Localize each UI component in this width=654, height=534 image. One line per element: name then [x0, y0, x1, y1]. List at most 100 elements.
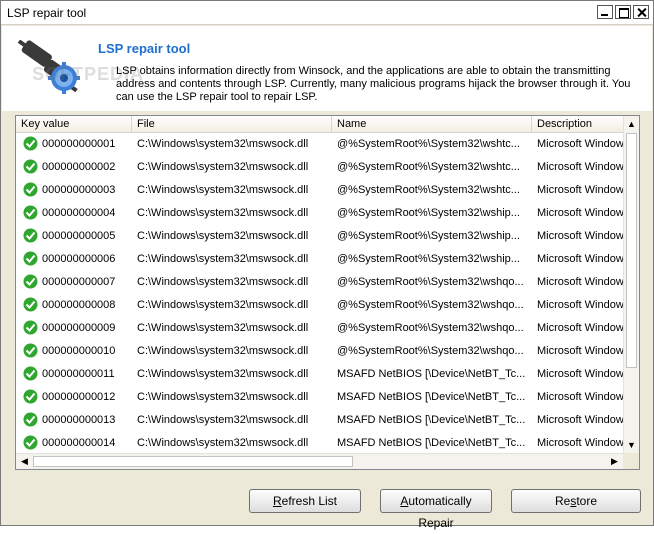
- table-row[interactable]: 000000000013 C:\Windows\system32\mswsock.…: [16, 409, 623, 432]
- file-cell: C:\Windows\system32\mswsock.dll: [137, 253, 309, 265]
- maximize-button[interactable]: [615, 5, 631, 19]
- description-cell: Microsoft Window: [537, 276, 623, 288]
- description-cell: Microsoft Window: [537, 345, 623, 357]
- vertical-scrollbar[interactable]: ▲ ▼: [623, 116, 639, 454]
- vertical-scroll-thumb[interactable]: [626, 133, 637, 368]
- header-panel: SOFTPEDIA LSP repair tool LSP obtains in…: [2, 26, 652, 111]
- auto-label-post: utomatically Repair: [408, 494, 472, 530]
- table-row[interactable]: 000000000007 C:\Windows\system32\mswsock.…: [16, 271, 623, 294]
- scroll-right-arrow-icon[interactable]: ▶: [609, 456, 620, 467]
- name-cell: MSAFD NetBIOS [\Device\NetBT_Tc...: [337, 368, 526, 380]
- title-bar[interactable]: LSP repair tool: [1, 1, 653, 25]
- name-cell: @%SystemRoot%\System32\wship...: [337, 230, 520, 242]
- name-cell: @%SystemRoot%\System32\wshtc...: [337, 161, 520, 173]
- scroll-down-arrow-icon[interactable]: ▼: [626, 440, 637, 451]
- file-cell: C:\Windows\system32\mswsock.dll: [137, 161, 309, 173]
- file-cell: C:\Windows\system32\mswsock.dll: [137, 276, 309, 288]
- key-value-cell: 000000000011: [42, 368, 115, 380]
- column-header-name[interactable]: Name: [332, 116, 532, 133]
- check-ok-icon: [23, 320, 38, 335]
- description-cell: Microsoft Window: [537, 437, 623, 449]
- lsp-list[interactable]: Key value File Name Description 00000000…: [15, 115, 640, 470]
- check-ok-icon: [23, 182, 38, 197]
- automatically-repair-button[interactable]: Automatically Repair: [380, 489, 492, 530]
- file-cell: C:\Windows\system32\mswsock.dll: [137, 391, 309, 403]
- name-cell: @%SystemRoot%\System32\wshtc...: [337, 138, 520, 150]
- key-value-cell: 000000000005: [42, 230, 116, 242]
- description-cell: Microsoft Window: [537, 368, 623, 380]
- header-title: LSP repair tool: [98, 41, 191, 56]
- key-value-cell: 000000000006: [42, 253, 116, 265]
- check-ok-icon: [23, 274, 38, 289]
- description-cell: Microsoft Window: [537, 230, 623, 242]
- name-cell: @%SystemRoot%\System32\wshtc...: [337, 184, 520, 196]
- file-cell: C:\Windows\system32\mswsock.dll: [137, 322, 309, 334]
- file-cell: C:\Windows\system32\mswsock.dll: [137, 230, 309, 242]
- check-ok-icon: [23, 412, 38, 427]
- name-cell: @%SystemRoot%\System32\wshqo...: [337, 322, 524, 334]
- name-cell: MSAFD NetBIOS [\Device\NetBT_Tc...: [337, 414, 526, 426]
- name-cell: MSAFD NetBIOS [\Device\NetBT_Tc...: [337, 437, 526, 449]
- name-cell: @%SystemRoot%\System32\wshqo...: [337, 299, 524, 311]
- app-window: LSP repair tool SOFTPEDIA LSP repair too…: [0, 0, 654, 530]
- check-ok-icon: [23, 251, 38, 266]
- check-ok-icon: [23, 366, 38, 381]
- key-value-cell: 000000000003: [42, 184, 116, 196]
- list-header: Key value File Name Description: [16, 116, 639, 133]
- scrollbar-corner: [623, 453, 639, 469]
- table-row[interactable]: 000000000005 C:\Windows\system32\mswsock.…: [16, 225, 623, 248]
- key-value-cell: 000000000004: [42, 207, 116, 219]
- description-cell: Microsoft Window: [537, 322, 623, 334]
- table-row[interactable]: 000000000010 C:\Windows\system32\mswsock.…: [16, 340, 623, 363]
- header-description: LSP obtains information directly from Wi…: [116, 65, 631, 103]
- key-value-cell: 000000000013: [42, 414, 116, 426]
- key-value-cell: 000000000009: [42, 322, 116, 334]
- check-ok-icon: [23, 297, 38, 312]
- name-cell: MSAFD NetBIOS [\Device\NetBT_Tc...: [337, 391, 526, 403]
- file-cell: C:\Windows\system32\mswsock.dll: [137, 138, 309, 150]
- window-title: LSP repair tool: [7, 6, 87, 20]
- check-ok-icon: [23, 343, 38, 358]
- key-value-cell: 000000000014: [42, 437, 116, 449]
- table-row[interactable]: 000000000002 C:\Windows\system32\mswsock.…: [16, 156, 623, 179]
- file-cell: C:\Windows\system32\mswsock.dll: [137, 345, 309, 357]
- scroll-up-arrow-icon[interactable]: ▲: [626, 119, 637, 130]
- description-cell: Microsoft Window: [537, 184, 623, 196]
- column-header-file[interactable]: File: [132, 116, 332, 133]
- minimize-button[interactable]: [597, 5, 613, 19]
- restore-button[interactable]: Restore: [511, 489, 641, 513]
- name-cell: @%SystemRoot%\System32\wship...: [337, 207, 520, 219]
- horizontal-scrollbar[interactable]: ◀ ▶: [16, 453, 639, 469]
- table-row[interactable]: 000000000003 C:\Windows\system32\mswsock.…: [16, 179, 623, 202]
- refresh-label-key: R: [272, 494, 282, 508]
- key-value-cell: 000000000012: [42, 391, 116, 403]
- description-cell: Microsoft Window: [537, 391, 623, 403]
- horizontal-scroll-thumb[interactable]: [33, 456, 353, 467]
- close-button[interactable]: [633, 5, 649, 19]
- file-cell: C:\Windows\system32\mswsock.dll: [137, 299, 309, 311]
- table-row[interactable]: 000000000004 C:\Windows\system32\mswsock.…: [16, 202, 623, 225]
- description-cell: Microsoft Window: [537, 253, 623, 265]
- key-value-cell: 000000000007: [42, 276, 116, 288]
- table-row[interactable]: 000000000006 C:\Windows\system32\mswsock.…: [16, 248, 623, 271]
- table-row[interactable]: 000000000001 C:\Windows\system32\mswsock.…: [16, 133, 623, 156]
- description-cell: Microsoft Window: [537, 299, 623, 311]
- scroll-left-arrow-icon[interactable]: ◀: [19, 456, 30, 467]
- file-cell: C:\Windows\system32\mswsock.dll: [137, 368, 309, 380]
- key-value-cell: 000000000008: [42, 299, 116, 311]
- column-header-key-value[interactable]: Key value: [16, 116, 132, 133]
- check-ok-icon: [23, 136, 38, 151]
- list-rows: 000000000001 C:\Windows\system32\mswsock.…: [16, 133, 623, 455]
- table-row[interactable]: 000000000008 C:\Windows\system32\mswsock.…: [16, 294, 623, 317]
- table-row[interactable]: 000000000011 C:\Windows\system32\mswsock.…: [16, 363, 623, 386]
- table-row[interactable]: 000000000012 C:\Windows\system32\mswsock.…: [16, 386, 623, 409]
- check-ok-icon: [23, 205, 38, 220]
- table-row[interactable]: 000000000014 C:\Windows\system32\mswsock.…: [16, 432, 623, 455]
- description-cell: Microsoft Window: [537, 207, 623, 219]
- refresh-label-post: efresh List: [281, 494, 338, 508]
- refresh-list-button[interactable]: Refresh List: [249, 489, 361, 513]
- name-cell: @%SystemRoot%\System32\wship...: [337, 253, 520, 265]
- description-cell: Microsoft Window: [537, 138, 623, 150]
- file-cell: C:\Windows\system32\mswsock.dll: [137, 414, 309, 426]
- table-row[interactable]: 000000000009 C:\Windows\system32\mswsock.…: [16, 317, 623, 340]
